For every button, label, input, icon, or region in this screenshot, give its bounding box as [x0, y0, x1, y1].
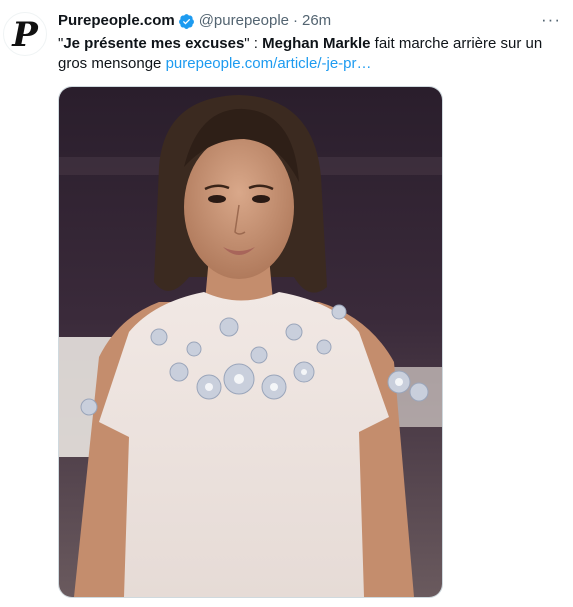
timestamp[interactable]: 26m [302, 12, 331, 30]
separator-dot: · [293, 12, 298, 29]
tweet-text: "Je présente mes excuses" : Meghan Markl… [58, 34, 558, 74]
verified-badge-icon [178, 13, 194, 29]
subject-name: Meghan Markle [262, 35, 371, 52]
tweet-photo[interactable] [58, 86, 443, 598]
article-link[interactable]: purepeople.com/article/-je-pr… [166, 55, 372, 72]
tweet-header: Purepeople.com @purepeople · 26m [58, 12, 331, 30]
photo-illustration [59, 87, 442, 597]
avatar[interactable]: P [3, 12, 47, 56]
avatar-letter: P [12, 15, 38, 55]
display-name[interactable]: Purepeople.com [58, 12, 175, 30]
tweet-card[interactable]: P Purepeople.com @purepeople · 26m ··· "… [0, 0, 573, 607]
more-options-icon[interactable]: ··· [541, 10, 561, 30]
quote-close: " : [244, 35, 263, 52]
quote-text: Je présente mes excuses [63, 35, 245, 52]
user-handle[interactable]: @purepeople [199, 12, 289, 30]
